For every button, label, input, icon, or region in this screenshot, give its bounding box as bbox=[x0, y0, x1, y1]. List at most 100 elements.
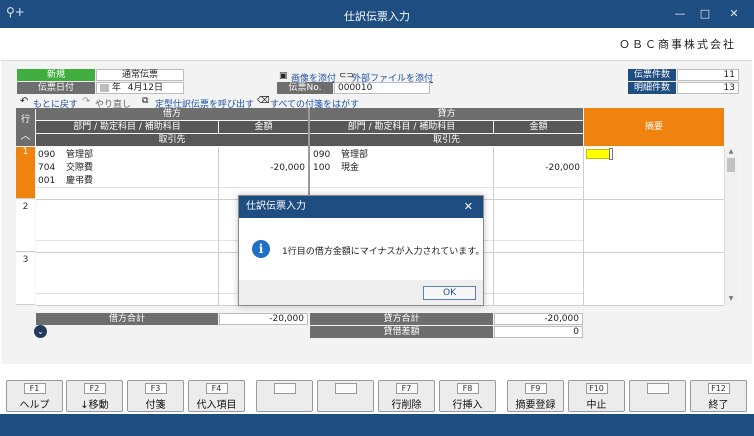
col-divider bbox=[218, 147, 219, 305]
fkey-caption: 中止 bbox=[586, 400, 607, 411]
dialog-message: 1行目の借方金額にマイナスが入力されています。 bbox=[282, 247, 485, 257]
fkey-label: F2 bbox=[83, 383, 106, 394]
scroll-thumb[interactable] bbox=[727, 158, 735, 172]
vertical-scrollbar[interactable]: ▲ ▼ bbox=[724, 147, 737, 305]
voucher-type-field[interactable]: 通常伝票 bbox=[96, 69, 184, 81]
credit-account-name: 現金 bbox=[341, 163, 360, 173]
scroll-up-icon[interactable]: ▲ bbox=[726, 148, 736, 156]
row-number-2[interactable]: 2 bbox=[16, 200, 35, 252]
voucher-count-value: 11 bbox=[677, 69, 739, 81]
debit-partner-header: 取引先 bbox=[36, 134, 308, 146]
credit-dept-name: 管理部 bbox=[341, 150, 369, 160]
f12-exit-button[interactable]: F12 終了 bbox=[690, 380, 747, 412]
mode-badge: 新規 bbox=[17, 69, 95, 81]
row-number-3[interactable]: 3 bbox=[16, 253, 35, 305]
f10-cancel-button[interactable]: F10 中止 bbox=[568, 380, 625, 412]
debit-dept-name: 管理部 bbox=[66, 150, 94, 160]
difference-label: 貸借差額 bbox=[310, 326, 493, 338]
voucher-no-field[interactable]: 000010 bbox=[334, 82, 430, 94]
dialog-title: 仕訳伝票入力 bbox=[239, 196, 483, 218]
f9-summary-register-button[interactable]: F9 摘要登録 bbox=[507, 380, 564, 412]
f4-assign-button[interactable]: F4 代入項目 bbox=[188, 380, 245, 412]
f11-button[interactable] bbox=[629, 380, 686, 412]
debit-names-1[interactable]: 管理部 交際費 慶弔費 bbox=[66, 149, 93, 188]
fkey-label bbox=[334, 383, 357, 394]
credit-amount-1[interactable]: -20,000 bbox=[494, 162, 580, 175]
close-window-button[interactable]: ✕ bbox=[724, 6, 744, 22]
debit-dept-code: 090 bbox=[38, 150, 56, 160]
f5-button[interactable] bbox=[256, 380, 313, 412]
expand-down-icon[interactable]: ⌄ bbox=[34, 325, 47, 338]
voucher-count-label: 伝票件数 bbox=[628, 69, 676, 81]
summary-input-1[interactable] bbox=[586, 149, 610, 159]
f7-delete-row-button[interactable]: F7 行削除 bbox=[378, 380, 435, 412]
credit-account-code: 100 bbox=[313, 163, 331, 173]
window-title: 仕訳伝票入力 bbox=[344, 10, 410, 23]
row-label: 行 bbox=[20, 115, 30, 125]
info-icon: i bbox=[252, 240, 270, 258]
ok-button[interactable]: OK bbox=[423, 286, 476, 300]
fkey-caption: 代入項目 bbox=[196, 400, 237, 411]
warning-dialog: 仕訳伝票入力 ✕ i 1行目の借方金額にマイナスが入力されています。 OK bbox=[238, 195, 484, 306]
f6-button[interactable] bbox=[317, 380, 374, 412]
detail-count-value: 13 bbox=[677, 82, 739, 94]
fkey-caption: 付箋 bbox=[145, 400, 166, 411]
credit-header: 貸方 bbox=[310, 108, 583, 120]
fkey-label: F8 bbox=[456, 383, 479, 394]
summary-header: 摘要 bbox=[584, 108, 724, 146]
title-bar: ⚲+ 仕訳伝票入力 — □ ✕ bbox=[0, 0, 754, 28]
credit-names-1[interactable]: 管理部 現金 bbox=[341, 149, 368, 175]
dialog-footer: OK bbox=[239, 280, 483, 305]
f3-tag-button[interactable]: F3 付箋 bbox=[127, 380, 184, 412]
fkey-caption: 摘要登録 bbox=[515, 400, 556, 411]
text-cursor bbox=[609, 148, 613, 160]
detail-count-label: 明細件数 bbox=[628, 82, 676, 94]
template-icon: ⧉ bbox=[142, 96, 149, 106]
function-key-bar: F1 ヘルプ F2 ↓移動 F3 付箋 F4 代入項目 F7 行削除 F8 行挿入 F9 摘要… bbox=[0, 374, 754, 414]
col-divider bbox=[583, 147, 584, 305]
fkey-label bbox=[273, 383, 296, 394]
date-value: 4月12日 bbox=[127, 83, 163, 93]
debit-account-header: 部門 / 勘定科目 / 補助科目 bbox=[36, 121, 218, 133]
debit-codes-1[interactable]: 090 704 001 bbox=[38, 149, 55, 188]
debit-total-value: -20,000 bbox=[219, 313, 308, 325]
debit-account-code: 704 bbox=[38, 163, 56, 173]
f1-help-button[interactable]: F1 ヘルプ bbox=[6, 380, 63, 412]
date-field[interactable]: 年 4月12日 bbox=[96, 82, 184, 94]
fkey-label: F7 bbox=[395, 383, 418, 394]
fkey-label: F1 bbox=[23, 383, 46, 394]
difference-value: 0 bbox=[494, 326, 583, 338]
credit-dept-code: 090 bbox=[313, 150, 331, 160]
date-label: 伝票日付 bbox=[17, 82, 95, 94]
credit-partner-header: 取引先 bbox=[310, 134, 583, 146]
collapse-up-icon[interactable]: ︿ bbox=[16, 127, 35, 142]
maximize-button[interactable]: □ bbox=[695, 6, 715, 22]
minimize-button[interactable]: — bbox=[670, 6, 690, 22]
credit-total-value: -20,000 bbox=[494, 313, 583, 325]
tag-icon: ⌫ bbox=[257, 96, 270, 106]
fkey-caption: ヘルプ bbox=[19, 400, 50, 411]
debit-amount-1[interactable]: -20,000 bbox=[219, 162, 305, 175]
debit-header: 借方 bbox=[36, 108, 308, 120]
era-box bbox=[100, 83, 109, 92]
scroll-down-icon[interactable]: ▼ bbox=[726, 295, 736, 303]
redo-icon: ↷ bbox=[82, 96, 91, 107]
f2-move-button[interactable]: F2 ↓移動 bbox=[66, 380, 123, 412]
fkey-caption: 終了 bbox=[708, 400, 729, 411]
credit-codes-1[interactable]: 090 100 bbox=[313, 149, 330, 175]
company-name: ＯＢＣ商事株式会社 bbox=[619, 38, 736, 51]
fkey-label: F12 bbox=[707, 383, 730, 394]
undo-icon: ↶ bbox=[20, 96, 29, 107]
dialog-close-icon[interactable]: ✕ bbox=[464, 196, 473, 218]
row-number-label: 1 bbox=[22, 147, 29, 157]
date-era: 年 bbox=[111, 83, 121, 93]
voucher-no-label: 伝票No. bbox=[277, 82, 333, 94]
row-number-1[interactable]: 1 bbox=[16, 147, 35, 199]
fkey-caption: ↓移動 bbox=[80, 400, 109, 411]
status-bar bbox=[0, 414, 754, 436]
f8-insert-row-button[interactable]: F8 行挿入 bbox=[439, 380, 496, 412]
row-number-label: 3 bbox=[22, 255, 29, 265]
col-divider bbox=[493, 147, 494, 305]
debit-amount-header: 金額 bbox=[219, 121, 308, 133]
debit-account-name: 交際費 bbox=[66, 163, 94, 173]
